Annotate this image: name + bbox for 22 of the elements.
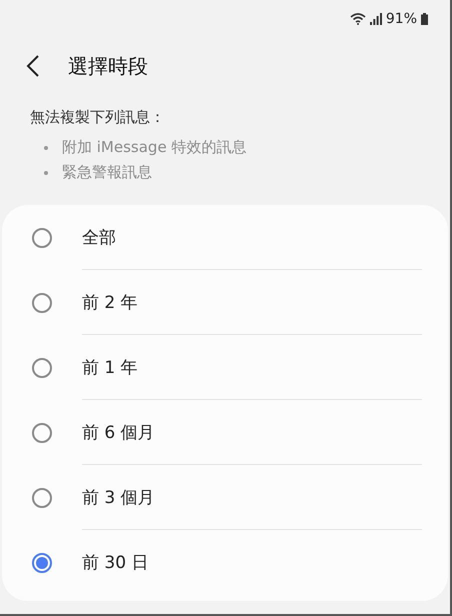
notice-text: 無法複製下列訊息： [30,108,166,127]
battery-percent: 91% [386,11,417,27]
radio-button[interactable] [32,552,52,572]
option-label[interactable]: 前 3 個月 [82,486,155,509]
bullet-icon [44,170,48,174]
radio-button[interactable] [32,292,52,312]
wifi-icon [350,13,366,25]
radio-button[interactable] [32,358,52,378]
radio-button[interactable] [32,488,52,508]
battery-icon [421,13,428,25]
radio-button[interactable] [32,422,52,442]
bullet-icon [44,146,48,150]
signal-icon [370,13,382,25]
notice-item: 附加 iMessage 特效的訊息 [62,138,246,157]
option-label[interactable]: 全部 [82,226,116,249]
notice-item: 緊急警報訊息 [62,163,152,182]
radio-button[interactable] [32,228,52,248]
option-label[interactable]: 前 6 個月 [82,421,155,444]
option-label[interactable]: 前 2 年 [82,291,138,314]
option-label[interactable]: 前 30 日 [82,551,148,574]
option-label[interactable]: 前 1 年 [82,356,138,379]
page-title: 選擇時段 [68,52,148,80]
